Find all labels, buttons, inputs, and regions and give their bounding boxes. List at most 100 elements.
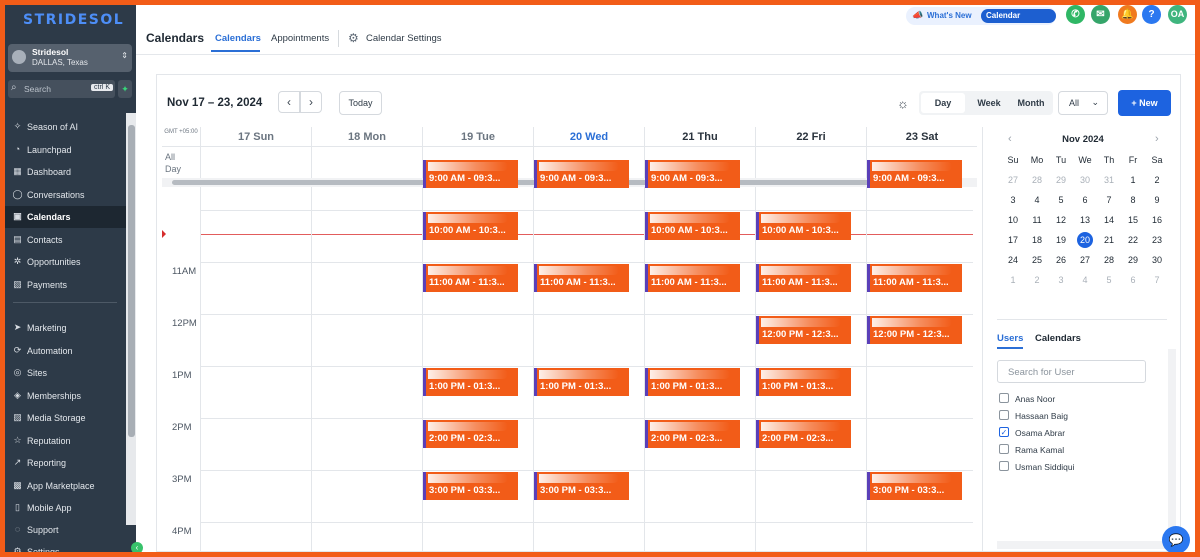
appointment-event[interactable]: 3:00 PM - 03:3...	[867, 472, 962, 500]
mini-day[interactable]: 4	[1027, 192, 1047, 208]
mini-day[interactable]: 7	[1099, 192, 1119, 208]
sidebar-item-conversations[interactable]: ◯ Conversations	[5, 184, 126, 206]
collapse-sidebar-icon[interactable]: ‹	[131, 542, 143, 552]
mini-day[interactable]: 30	[1147, 252, 1167, 268]
appointment-event[interactable]: 11:00 AM - 11:3...	[534, 264, 629, 292]
sidebar-search[interactable]: ⌕ Search ctrl K	[8, 80, 115, 98]
user-checkbox[interactable]	[999, 410, 1009, 420]
sidebar-item-payments[interactable]: ▧ Payments	[5, 274, 126, 296]
mini-day[interactable]: 4	[1075, 272, 1095, 288]
mini-day[interactable]: 6	[1123, 272, 1143, 288]
mini-day[interactable]: 3	[1003, 192, 1023, 208]
mini-day[interactable]: 28	[1027, 172, 1047, 188]
mini-day[interactable]: 16	[1147, 212, 1167, 228]
day-header[interactable]: 18 Mon	[311, 127, 422, 147]
mini-day[interactable]: 24	[1003, 252, 1023, 268]
mini-day[interactable]: 27	[1075, 252, 1095, 268]
appointment-event[interactable]: 12:00 PM - 12:3...	[756, 316, 851, 344]
day-header[interactable]: 23 Sat	[866, 127, 977, 147]
mini-day[interactable]: 8	[1123, 192, 1143, 208]
sidebar-item-settings[interactable]: ⚙ Settings	[5, 541, 126, 552]
sidebar-item-memberships[interactable]: ◈ Memberships	[5, 385, 126, 407]
account-switcher[interactable]: Stridesol DALLAS, Texas ⇕	[8, 44, 132, 72]
chat-widget-icon[interactable]: 💬	[1162, 526, 1190, 552]
appointment-event[interactable]: 1:00 PM - 01:3...	[756, 368, 851, 396]
appointment-event[interactable]: 11:00 AM - 11:3...	[645, 264, 740, 292]
sidebar-item-sites[interactable]: ◎ Sites	[5, 362, 126, 384]
day-header[interactable]: 20 Wed	[533, 127, 644, 147]
user-checkbox[interactable]: ✓	[999, 427, 1009, 437]
appointment-event[interactable]: 10:00 AM - 10:3...	[645, 212, 740, 240]
next-week-button[interactable]: ›	[300, 91, 322, 113]
user-checkbox[interactable]	[999, 393, 1009, 403]
sidebar-item-contacts[interactable]: ▤ Contacts	[5, 229, 126, 251]
mini-day[interactable]: 9	[1147, 192, 1167, 208]
all-day-cell[interactable]	[200, 147, 311, 180]
panel-vertical-scrollbar[interactable]	[1168, 349, 1176, 539]
appointment-event[interactable]: 2:00 PM - 02:3...	[756, 420, 851, 448]
theme-sun-icon[interactable]: ☼	[897, 96, 909, 111]
day-header[interactable]: 17 Sun	[200, 127, 311, 147]
panel-horizontal-scrollbar[interactable]	[997, 541, 1167, 549]
sidebar-item-calendars[interactable]: ▣ Calendars	[5, 206, 126, 228]
help-icon[interactable]: ?	[1142, 5, 1161, 24]
mini-day[interactable]: 17	[1003, 232, 1023, 248]
appointment-event[interactable]: 9:00 AM - 09:3...	[423, 160, 518, 188]
appointment-event[interactable]: 3:00 PM - 03:3...	[534, 472, 629, 500]
tab-users[interactable]: Users	[997, 333, 1023, 344]
sidebar-item-media-storage[interactable]: ▨ Media Storage	[5, 407, 126, 429]
mini-day[interactable]: 3	[1051, 272, 1071, 288]
tab-appointments[interactable]: Appointments	[271, 33, 329, 44]
sidebar-scroll-thumb[interactable]	[128, 125, 135, 437]
appointment-event[interactable]: 9:00 AM - 09:3...	[534, 160, 629, 188]
user-avatar[interactable]: OA	[1168, 5, 1187, 24]
mini-day[interactable]: 1	[1003, 272, 1023, 288]
phone-icon[interactable]: ✆	[1066, 5, 1085, 24]
tab-calendars-list[interactable]: Calendars	[1035, 333, 1081, 344]
view-month-button[interactable]: Month	[1009, 93, 1053, 113]
sidebar-item-automation[interactable]: ⟳ Automation	[5, 340, 126, 362]
sidebar-item-app-marketplace[interactable]: ▩ App Marketplace	[5, 475, 126, 497]
mini-day[interactable]: 1	[1123, 172, 1143, 188]
user-checkbox[interactable]	[999, 444, 1009, 454]
new-appointment-button[interactable]: + New	[1118, 90, 1171, 116]
mini-day[interactable]: 29	[1123, 252, 1143, 268]
appointment-event[interactable]: 10:00 AM - 10:3...	[423, 212, 518, 240]
mini-day[interactable]: 22	[1123, 232, 1143, 248]
mini-day[interactable]: 31	[1099, 172, 1119, 188]
previous-week-button[interactable]: ‹	[278, 91, 300, 113]
quick-action-bolt-icon[interactable]: ✦	[118, 80, 132, 98]
appointment-event[interactable]: 2:00 PM - 02:3...	[423, 420, 518, 448]
sidebar-item-opportunities[interactable]: ✲ Opportunities	[5, 251, 126, 273]
day-header[interactable]: 22 Fri	[755, 127, 866, 147]
today-button[interactable]: Today	[339, 91, 382, 115]
view-day-button[interactable]: Day	[921, 93, 965, 113]
sidebar-item-marketing[interactable]: ➤ Marketing	[5, 317, 126, 339]
appointment-event[interactable]: 3:00 PM - 03:3...	[423, 472, 518, 500]
all-day-cell[interactable]	[311, 147, 422, 180]
mini-day[interactable]: 5	[1051, 192, 1071, 208]
day-header[interactable]: 21 Thu	[644, 127, 755, 147]
appointment-event[interactable]: 1:00 PM - 01:3...	[534, 368, 629, 396]
mini-day[interactable]: 2	[1027, 272, 1047, 288]
appointment-event[interactable]: 11:00 AM - 11:3...	[867, 264, 962, 292]
user-checkbox[interactable]	[999, 461, 1009, 471]
mini-day[interactable]: 23	[1147, 232, 1167, 248]
sidebar-item-support[interactable]: ◌ Support	[5, 519, 126, 541]
mini-day[interactable]: 6	[1075, 192, 1095, 208]
mini-day[interactable]: 12	[1051, 212, 1071, 228]
mini-day[interactable]: 28	[1099, 252, 1119, 268]
appointment-event[interactable]: 9:00 AM - 09:3...	[645, 160, 740, 188]
mini-day[interactable]: 14	[1099, 212, 1119, 228]
mini-day[interactable]: 30	[1075, 172, 1095, 188]
mini-day[interactable]: 26	[1051, 252, 1071, 268]
mini-day[interactable]: 7	[1147, 272, 1167, 288]
appointment-event[interactable]: 9:00 AM - 09:3...	[867, 160, 962, 188]
sidebar-item-launchpad[interactable]: ◔ Launchpad	[5, 139, 126, 161]
mini-day[interactable]: 29	[1051, 172, 1071, 188]
mini-day[interactable]: 19	[1051, 232, 1071, 248]
sidebar-item-reputation[interactable]: ☆ Reputation	[5, 430, 126, 452]
sidebar-item-season-of-ai[interactable]: ✧ Season of AI	[5, 116, 126, 138]
appointment-event[interactable]: 11:00 AM - 11:3...	[756, 264, 851, 292]
tab-calendars[interactable]: Calendars	[215, 33, 261, 44]
